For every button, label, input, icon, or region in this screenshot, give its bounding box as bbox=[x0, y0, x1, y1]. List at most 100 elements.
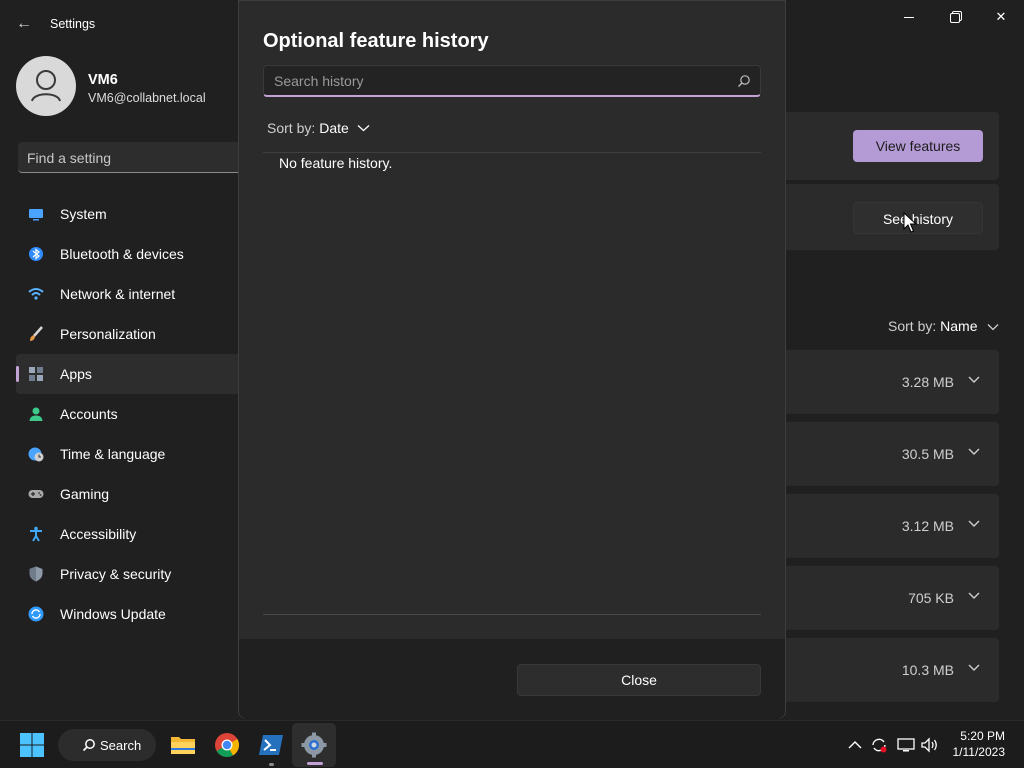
powershell-button[interactable] bbox=[257, 731, 285, 759]
feature-row[interactable]: 705 KB bbox=[786, 566, 999, 630]
mouse-cursor-icon bbox=[903, 212, 917, 233]
windows-logo-icon bbox=[20, 733, 44, 757]
maximize-button[interactable] bbox=[940, 8, 970, 26]
sidebar-item-accounts[interactable]: Accounts bbox=[16, 394, 240, 434]
search-icon[interactable] bbox=[737, 74, 751, 88]
clock-time: 5:20 PM bbox=[960, 729, 1005, 743]
avatar bbox=[16, 56, 76, 116]
sort-value: Name bbox=[940, 318, 978, 334]
settings-app-button[interactable] bbox=[300, 731, 328, 759]
powershell-icon bbox=[259, 735, 283, 755]
sidebar-item-label: Privacy & security bbox=[60, 566, 172, 582]
divider bbox=[263, 152, 761, 153]
sort-prefix: Sort by: bbox=[267, 120, 316, 136]
wifi-icon bbox=[28, 288, 44, 300]
gear-icon bbox=[301, 732, 327, 758]
chrome-icon bbox=[215, 733, 240, 758]
chevron-down-icon bbox=[968, 448, 980, 455]
taskbar-clock[interactable]: 5:20 PM 1/11/2023 bbox=[953, 728, 1006, 760]
feature-size: 30.5 MB bbox=[901, 446, 954, 462]
feature-row[interactable]: 10.3 MB bbox=[786, 638, 999, 702]
sidebar-item-label: Personalization bbox=[60, 326, 156, 342]
brush-icon bbox=[30, 326, 43, 341]
feature-row[interactable]: 30.5 MB bbox=[786, 422, 999, 486]
restore-icon bbox=[950, 12, 960, 23]
feature-row[interactable]: 3.12 MB bbox=[786, 494, 999, 558]
see-history-button[interactable]: See history bbox=[853, 202, 983, 234]
start-button[interactable] bbox=[18, 731, 46, 759]
taskbar-search-button[interactable]: Search bbox=[58, 729, 156, 761]
file-explorer-button[interactable] bbox=[169, 731, 197, 759]
sort-value: Date bbox=[319, 120, 349, 136]
chevron-up-icon[interactable] bbox=[845, 735, 865, 755]
sidebar-item-system[interactable]: System bbox=[16, 194, 240, 234]
window-title: Settings bbox=[50, 17, 96, 31]
chevron-down-icon bbox=[968, 664, 980, 671]
sidebar-item-label: Bluetooth & devices bbox=[60, 246, 184, 262]
optional-feature-history-dialog: Optional feature history Sort by: Date N… bbox=[238, 0, 786, 719]
sidebar-item-label: System bbox=[60, 206, 107, 222]
chevron-down-icon bbox=[987, 324, 999, 331]
taskbar: Search 5:20 PM 1/11/2023 bbox=[0, 720, 1024, 768]
volume-icon[interactable] bbox=[920, 735, 940, 755]
dialog-title: Optional feature history bbox=[263, 30, 489, 52]
sidebar-item-apps[interactable]: Apps bbox=[16, 354, 240, 394]
sidebar-item-label: Time & language bbox=[60, 446, 166, 462]
sort-by-name-dropdown[interactable]: Sort by: Name bbox=[888, 318, 999, 334]
network-icon[interactable] bbox=[896, 735, 916, 755]
active-app-indicator bbox=[307, 762, 323, 765]
sidebar-item-gaming[interactable]: Gaming bbox=[16, 474, 240, 514]
view-features-button[interactable]: View features bbox=[853, 130, 983, 162]
sidebar-item-label: Gaming bbox=[60, 486, 110, 502]
gamepad-icon bbox=[28, 490, 44, 498]
apps-icon bbox=[29, 367, 43, 381]
search-history-box[interactable] bbox=[263, 65, 761, 97]
clock-date: 1/11/2023 bbox=[952, 745, 1006, 759]
search-history-input[interactable] bbox=[274, 66, 724, 96]
bluetooth-icon bbox=[29, 247, 43, 261]
person-icon bbox=[29, 407, 43, 421]
accessibility-icon bbox=[30, 526, 42, 542]
globe-clock-icon bbox=[28, 447, 44, 462]
sidebar-item-bluetooth[interactable]: Bluetooth & devices bbox=[16, 234, 240, 274]
sidebar-item-label: Accounts bbox=[60, 406, 118, 422]
chevron-down-icon bbox=[968, 592, 980, 599]
close-window-button[interactable]: ✕ bbox=[986, 8, 1016, 26]
taskbar-search-label: Search bbox=[100, 737, 142, 753]
close-button[interactable]: Close bbox=[517, 664, 761, 696]
search-icon bbox=[82, 739, 95, 752]
sort-by-date-dropdown[interactable]: Sort by: Date bbox=[267, 120, 370, 136]
find-setting-input[interactable]: Find a setting bbox=[18, 142, 240, 173]
minimize-icon bbox=[904, 17, 914, 19]
user-avatar-icon bbox=[31, 70, 61, 102]
sidebar-item-personalization[interactable]: Personalization bbox=[16, 314, 240, 354]
sidebar-item-label: Accessibility bbox=[60, 526, 137, 542]
divider bbox=[263, 614, 761, 615]
chevron-down-icon bbox=[357, 125, 370, 132]
sidebar-item-accessibility[interactable]: Accessibility bbox=[16, 514, 240, 554]
sidebar-item-privacy[interactable]: Privacy & security bbox=[16, 554, 240, 594]
chevron-down-icon bbox=[968, 520, 980, 527]
sidebar-item-windows-update[interactable]: Windows Update bbox=[16, 594, 240, 634]
chrome-button[interactable] bbox=[213, 731, 241, 759]
feature-row[interactable]: 3.28 MB bbox=[786, 350, 999, 414]
sidebar-item-label: Network & internet bbox=[60, 286, 176, 302]
feature-size: 10.3 MB bbox=[901, 662, 954, 678]
feature-size: 3.12 MB bbox=[901, 518, 954, 534]
back-arrow-icon[interactable]: ← bbox=[14, 14, 34, 34]
sidebar-item-label: Apps bbox=[60, 366, 92, 382]
sidebar-nav: System Bluetooth & devices Network & int… bbox=[16, 194, 240, 634]
update-icon bbox=[28, 606, 44, 622]
user-email: VM6@collabnet.local bbox=[88, 91, 206, 105]
feature-size: 705 KB bbox=[908, 590, 954, 606]
chevron-down-icon bbox=[968, 376, 980, 383]
folder-icon bbox=[171, 737, 195, 754]
empty-history-message: No feature history. bbox=[279, 155, 393, 171]
sort-prefix: Sort by: bbox=[888, 318, 937, 334]
sidebar-item-network[interactable]: Network & internet bbox=[16, 274, 240, 314]
user-name: VM6 bbox=[88, 72, 118, 88]
minimize-button[interactable] bbox=[894, 8, 924, 26]
sidebar-item-time-language[interactable]: Time & language bbox=[16, 434, 240, 474]
sync-icon[interactable] bbox=[869, 735, 889, 755]
dialog-footer: Close bbox=[239, 639, 785, 719]
